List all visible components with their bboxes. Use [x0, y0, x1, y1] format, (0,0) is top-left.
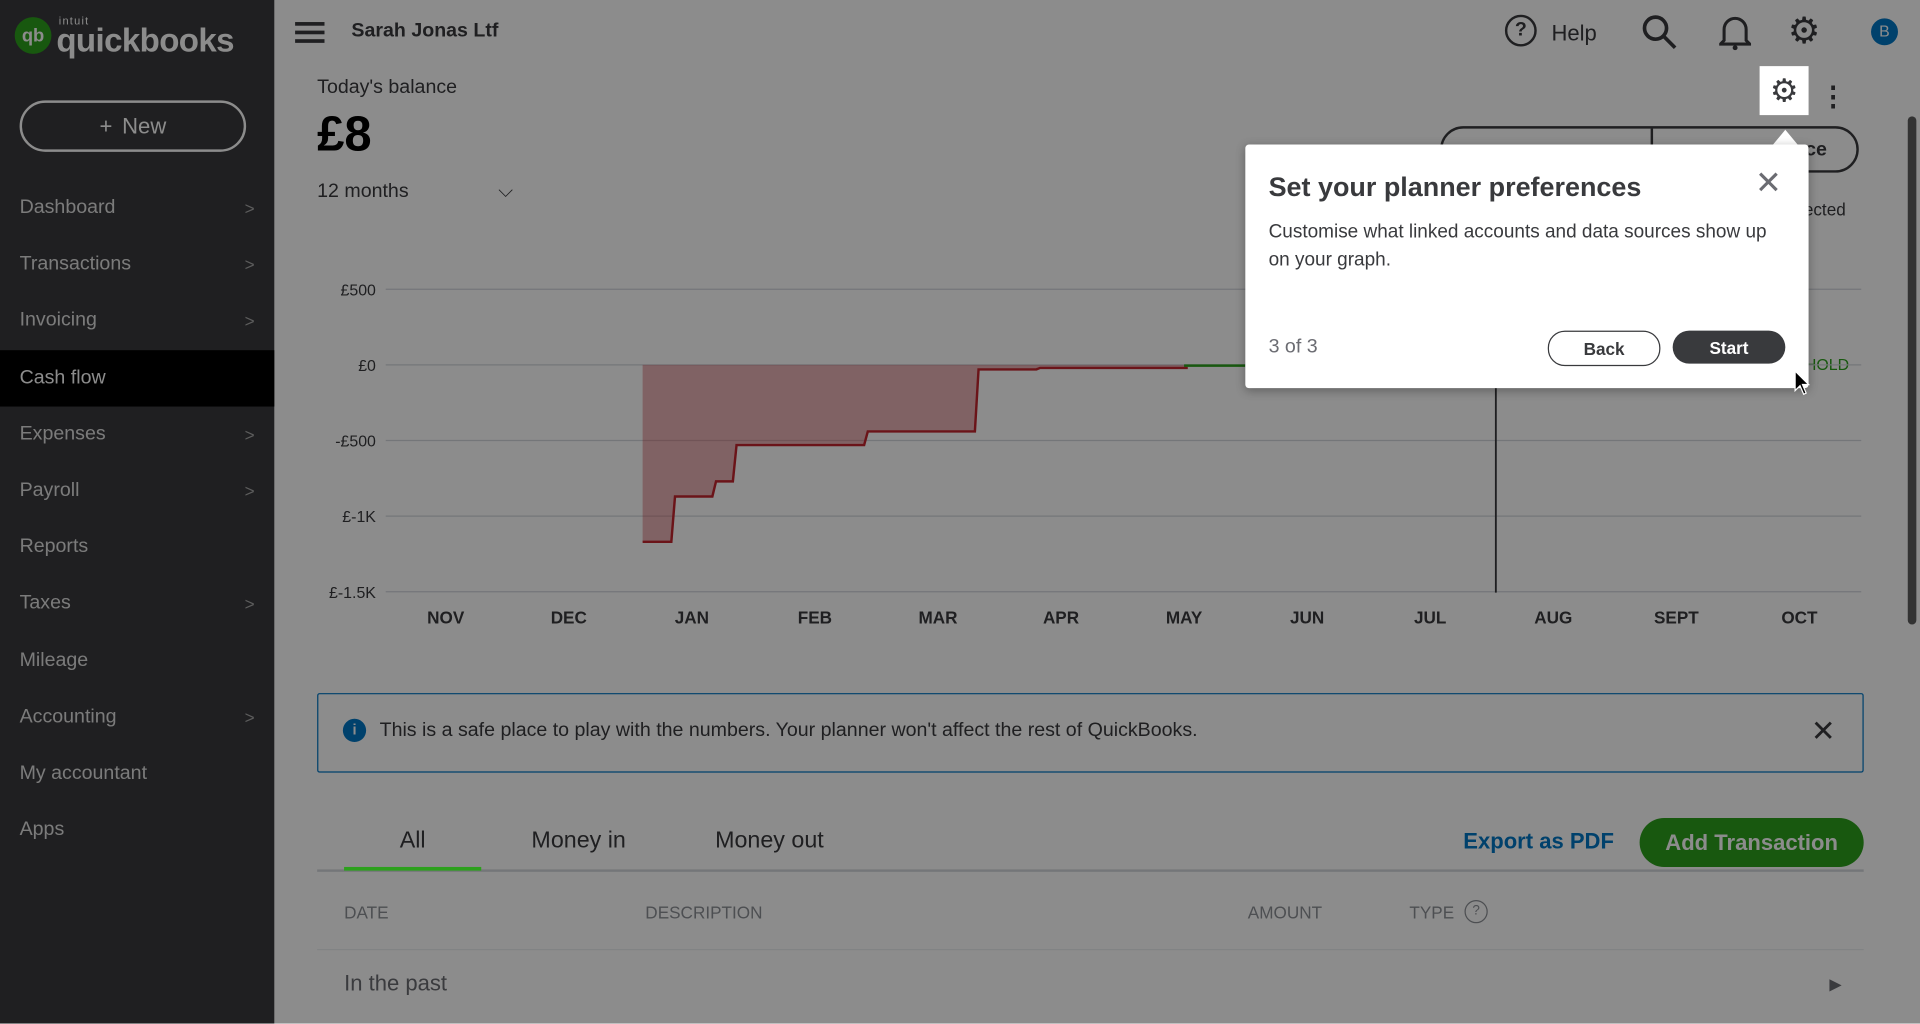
app: qb intuit quickbooks + New Dashboard > Tran… — [0, 0, 1920, 1024]
popup-title: Set your planner preferences — [1268, 171, 1642, 203]
back-button[interactable]: Back — [1547, 330, 1661, 367]
active-tab-indicator — [344, 866, 482, 871]
mouse-cursor-icon — [1794, 369, 1811, 396]
planner-preferences-popup: Set your planner preferences ✕ Customise… — [1245, 144, 1809, 389]
planner-settings-gear-icon[interactable]: ⚙ — [1759, 66, 1809, 116]
scrollbar[interactable] — [1907, 116, 1917, 625]
start-button[interactable]: Start — [1672, 330, 1786, 364]
close-popup-icon[interactable]: ✕ — [1755, 164, 1782, 202]
popup-step-counter: 3 of 3 — [1268, 336, 1318, 358]
popup-pointer — [1773, 129, 1798, 145]
popup-body: Customise what linked accounts and data … — [1268, 221, 1767, 271]
